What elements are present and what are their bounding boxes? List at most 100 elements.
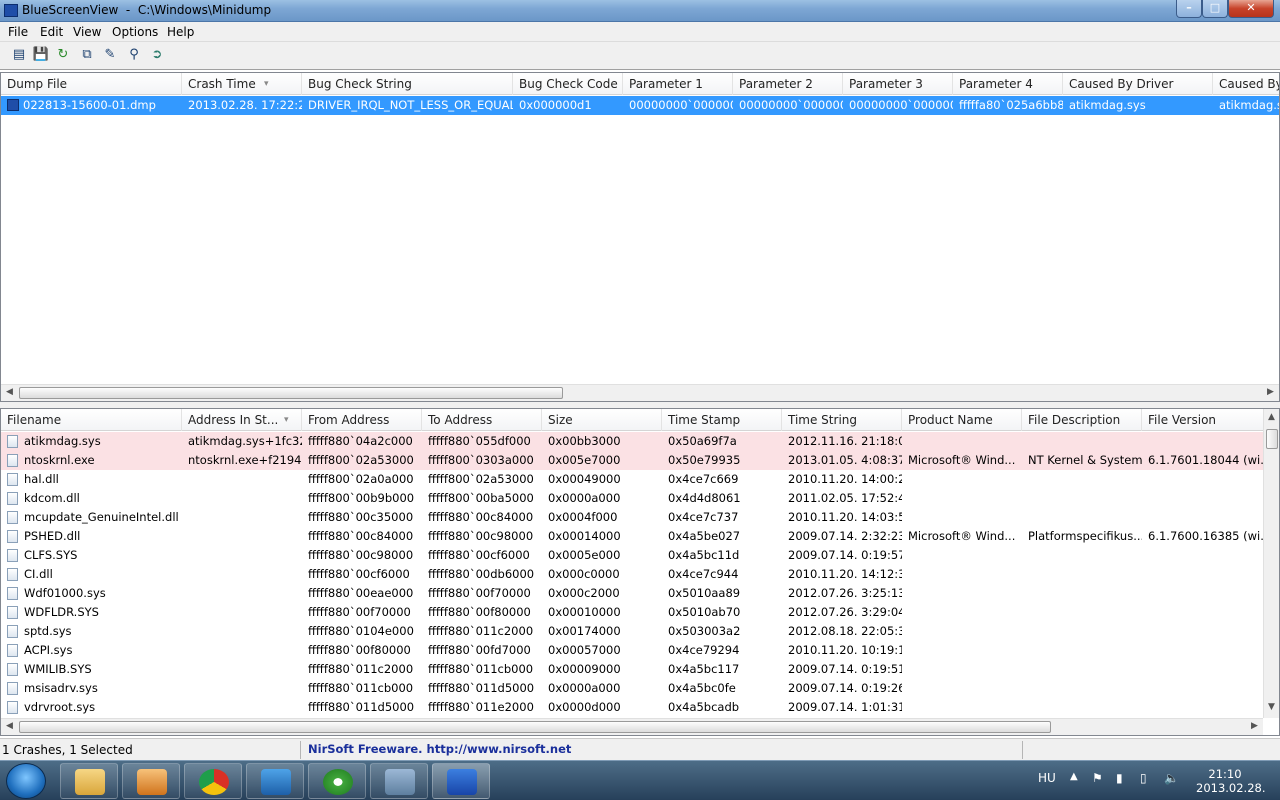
close-button[interactable]: ✕ [1228, 0, 1274, 18]
cell-to-address: fffff880`011c2000 [428, 624, 534, 638]
properties-icon[interactable]: ✎ [101, 46, 119, 64]
driver-row[interactable]: PSHED.dll fffff880`00c84000 fffff880`00c98… [1, 527, 1264, 546]
cell-size: 0x0000a000 [548, 681, 621, 695]
cell-file-version [1142, 603, 1264, 622]
scroll-right-icon[interactable]: ▶ [1267, 387, 1274, 397]
action-center-icon[interactable]: ⚑ [1092, 771, 1103, 785]
cell-from-address: fffff880`011cb000 [308, 681, 414, 695]
col-crash-time[interactable]: Crash Time ▾ [182, 73, 302, 95]
col-time-stamp[interactable]: Time Stamp [662, 409, 782, 431]
driver-row[interactable]: mcupdate_GenuineIntel.dll fffff880`00c350… [1, 508, 1263, 527]
driver-row[interactable]: CI.dll fffff880`00cf6000 fffff880`00db6000… [1, 565, 1263, 584]
crash-list-hscrollbar[interactable]: ◀ ▶ [1, 384, 1279, 401]
scroll-down-icon[interactable]: ▼ [1268, 702, 1275, 712]
chrome-icon[interactable] [184, 763, 242, 799]
col-time-string[interactable]: Time String [782, 409, 902, 431]
menu-options[interactable]: Options [112, 25, 158, 39]
cell-size: 0x00049000 [548, 472, 621, 486]
driver-row[interactable]: WDFLDR.SYS fffff880`00f70000 fffff880`00f8… [1, 603, 1263, 622]
col-parameter-3[interactable]: Parameter 3 [843, 73, 953, 95]
copy-icon[interactable]: ⧉ [78, 46, 96, 64]
driver-row[interactable]: kdcom.dll fffff800`00b9b000 fffff800`00ba5… [1, 489, 1263, 508]
cell-file-description: Platformspecifikus... [1028, 529, 1142, 543]
driver-row[interactable]: ACPI.sys fffff880`00f80000 fffff880`00fd70… [1, 641, 1263, 660]
driver-row[interactable]: WMILIB.SYS fffff880`011c2000 fffff880`011c… [1, 660, 1263, 679]
scroll-right-icon[interactable]: ▶ [1251, 721, 1258, 731]
utorrent-icon[interactable] [308, 763, 366, 799]
power-icon[interactable]: ▮ [1116, 771, 1123, 785]
menu-help[interactable]: Help [167, 25, 194, 39]
crash-row[interactable]: 022813-15600-01.dmp 2013.02.28. 17:22:21… [1, 96, 1279, 115]
status-divider [300, 741, 301, 759]
network-icon[interactable]: ▯ [1140, 771, 1147, 785]
cell-time-string: 2010.11.20. 14:12:36 [788, 567, 902, 581]
col-address-in-stack[interactable]: Address In St... ▾ [182, 409, 302, 431]
cell-address-in-stack [182, 603, 302, 622]
minimize-button[interactable]: – [1176, 0, 1202, 18]
cell-parameter-2: 00000000`000000... [739, 98, 843, 112]
scroll-left-icon[interactable]: ◀ [6, 387, 13, 397]
cell-address-in-stack [182, 660, 302, 679]
scroll-left-icon[interactable]: ◀ [6, 721, 13, 731]
driver-row[interactable]: Wdf01000.sys fffff880`00eae000 fffff880`00… [1, 584, 1263, 603]
menu-file[interactable]: File [8, 25, 28, 39]
bluescreenview-icon[interactable] [432, 763, 490, 799]
col-caused-by-driver[interactable]: Caused By Driver [1063, 73, 1213, 95]
cell-time-string: 2009.07.14. 0:19:51 [788, 662, 902, 676]
crash-list-header: Dump File Crash Time ▾ Bug Check String B… [1, 73, 1279, 95]
menu-edit[interactable]: Edit [40, 25, 63, 39]
driver-row[interactable]: sptd.sys fffff880`0104e000 fffff880`011c20… [1, 622, 1263, 641]
col-from-address[interactable]: From Address [302, 409, 422, 431]
cell-filename: CLFS.SYS [24, 548, 78, 562]
media-player-icon[interactable] [122, 763, 180, 799]
col-product-name[interactable]: Product Name [902, 409, 1022, 431]
col-size[interactable]: Size [542, 409, 662, 431]
col-bug-check-code[interactable]: Bug Check Code [513, 73, 623, 95]
cell-time-string: 2010.11.20. 14:00:25 [788, 472, 902, 486]
driver-list-vscrollbar[interactable]: ▲ ▼ [1263, 409, 1279, 718]
driver-row[interactable]: hal.dll fffff800`02a0a000 fffff800`02a5300… [1, 470, 1263, 489]
start-button[interactable] [6, 763, 46, 799]
col-bug-check-string[interactable]: Bug Check String [302, 73, 513, 95]
col-file-version[interactable]: File Version [1142, 409, 1264, 431]
show-hidden-icons-icon[interactable]: ▲ [1070, 771, 1078, 782]
col-parameter-1[interactable]: Parameter 1 [623, 73, 733, 95]
options-icon[interactable]: ▤ [10, 46, 28, 64]
driver-list-hscrollbar[interactable]: ◀ ▶ [1, 718, 1263, 735]
driver-row[interactable]: ntoskrnl.exe ntoskrnl.exe+f2194 fffff800`0… [1, 451, 1264, 470]
scroll-thumb[interactable] [19, 387, 563, 399]
find-icon[interactable]: ⚲ [125, 46, 143, 64]
cell-size: 0x0000d000 [548, 700, 621, 714]
menu-view[interactable]: View [73, 25, 101, 39]
exit-icon[interactable]: ➲ [148, 46, 166, 64]
maximize-button[interactable]: □ [1202, 0, 1228, 18]
col-dump-file[interactable]: Dump File [1, 73, 182, 95]
save-icon[interactable]: 💾 [32, 46, 50, 64]
status-count: 1 Crashes, 1 Selected [2, 743, 133, 757]
col-to-address[interactable]: To Address [422, 409, 542, 431]
cell-file-description [1022, 622, 1142, 641]
refresh-icon[interactable]: ↻ [54, 46, 72, 64]
maxthon-icon[interactable] [246, 763, 304, 799]
nirsoft-link[interactable]: NirSoft Freeware. http://www.nirsoft.net [308, 742, 571, 756]
cell-address-in-stack [182, 489, 302, 508]
col-caused-by-address[interactable]: Caused By A [1213, 73, 1279, 95]
volume-icon[interactable]: 🔈 [1164, 771, 1179, 785]
scroll-up-icon[interactable]: ▲ [1268, 412, 1275, 422]
cell-to-address: fffff880`00cf6000 [428, 548, 530, 562]
vscroll-thumb[interactable] [1266, 429, 1278, 449]
col-parameter-4[interactable]: Parameter 4 [953, 73, 1063, 95]
scroll-thumb[interactable] [19, 721, 1051, 733]
driver-row[interactable]: atikmdag.sys atikmdag.sys+1fc32 fffff880`0… [1, 432, 1263, 451]
col-parameter-2[interactable]: Parameter 2 [733, 73, 843, 95]
col-filename[interactable]: Filename [1, 409, 182, 431]
cell-bug-check-string: DRIVER_IRQL_NOT_LESS_OR_EQUAL [308, 98, 513, 112]
language-indicator[interactable]: HU [1038, 771, 1056, 785]
driver-row[interactable]: CLFS.SYS fffff880`00c98000 fffff880`00cf60… [1, 546, 1263, 565]
clock[interactable]: 21:10 2013.02.28. [1196, 767, 1266, 795]
col-file-description[interactable]: File Description [1022, 409, 1142, 431]
driver-row[interactable]: vdrvroot.sys fffff880`011d5000 fffff880`01… [1, 698, 1263, 717]
explorer-icon[interactable] [60, 763, 118, 799]
control-panel-icon[interactable] [370, 763, 428, 799]
driver-row[interactable]: msisadrv.sys fffff880`011cb000 fffff880`01… [1, 679, 1263, 698]
